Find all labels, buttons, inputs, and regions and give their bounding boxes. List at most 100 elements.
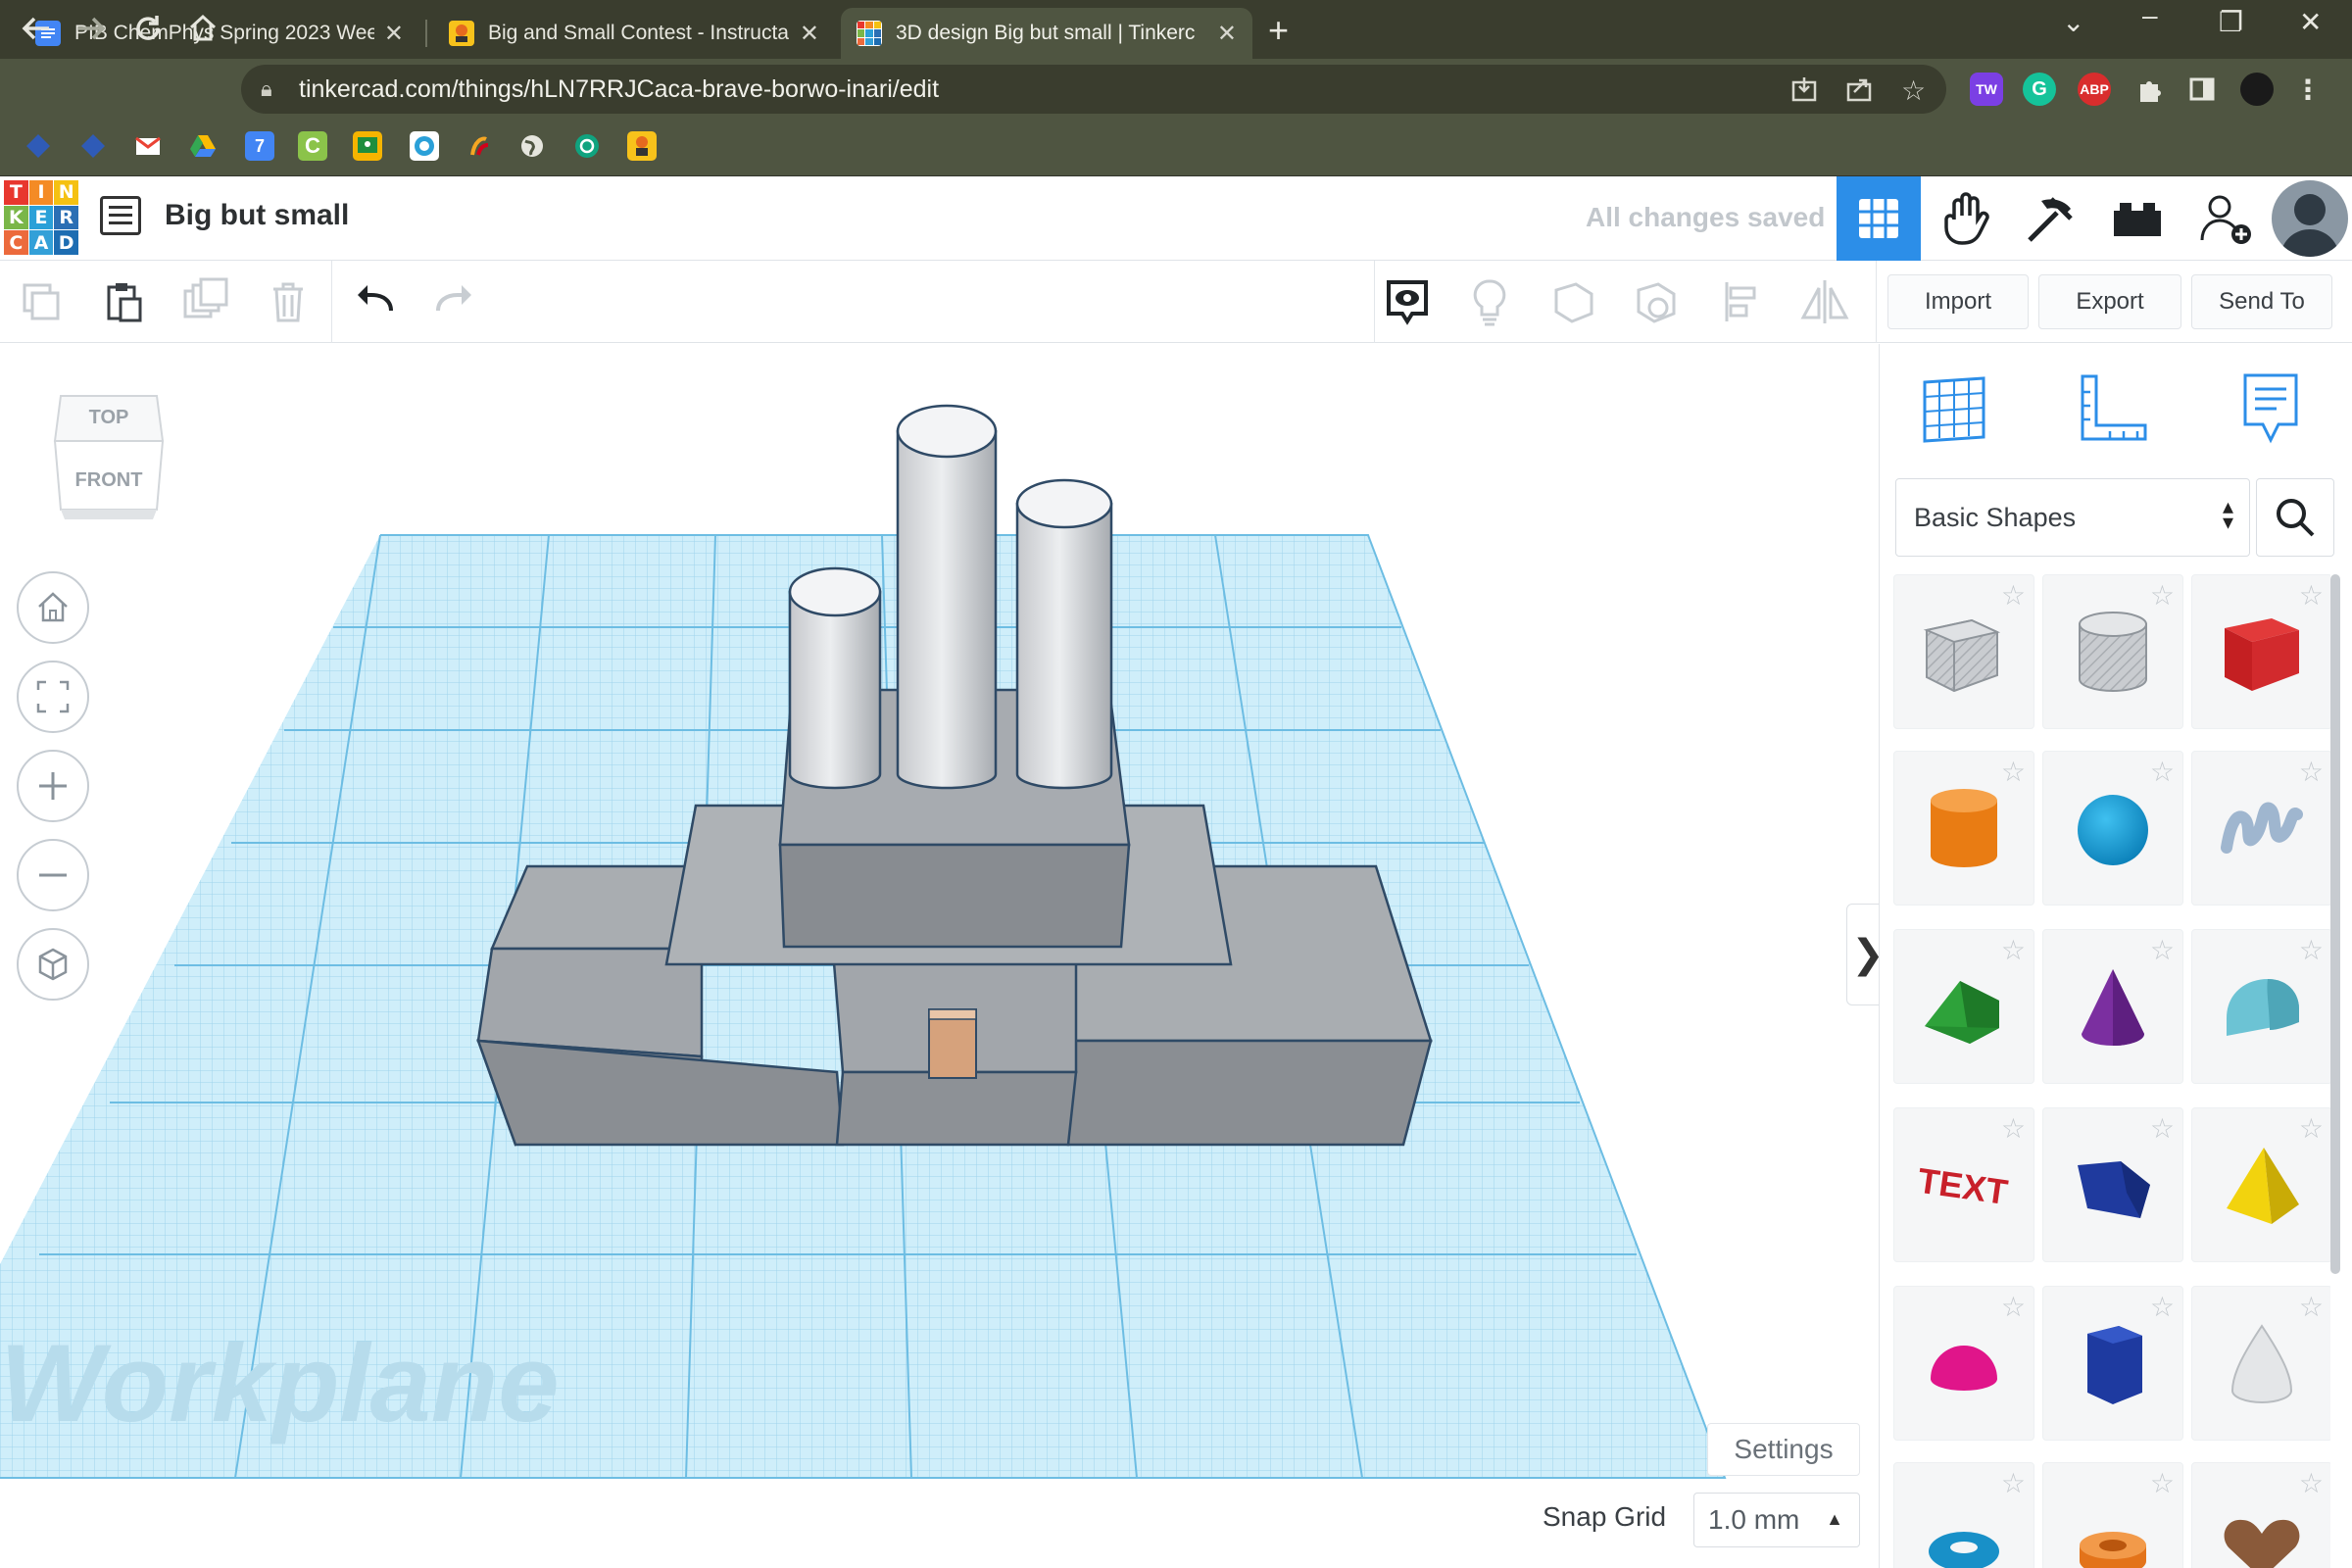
snap-grid-select[interactable]: 1.0 mm ▲	[1693, 1493, 1860, 1547]
user-avatar[interactable]	[2272, 180, 2348, 257]
settings-button[interactable]: Settings	[1707, 1423, 1860, 1476]
bookmark-diamond-icon[interactable]	[78, 131, 108, 161]
shape-polygon[interactable]: ☆	[2042, 1107, 2183, 1262]
star-icon[interactable]: ☆	[2299, 756, 2324, 788]
profile-avatar-icon[interactable]	[2240, 73, 2274, 106]
star-icon[interactable]: ☆	[2001, 1467, 2026, 1499]
url-text[interactable]: tinkercad.com/things/hLN7RRJCaca-brave-b…	[299, 75, 939, 104]
star-icon[interactable]: ☆	[2001, 1112, 2026, 1145]
search-shapes-button[interactable]	[2256, 478, 2334, 557]
star-icon[interactable]: ☆	[2150, 756, 2175, 788]
lock-icon[interactable]: 🔒︎	[261, 76, 272, 102]
shape-cylinder[interactable]: ☆	[1893, 751, 2034, 906]
shape-cylinder-hole[interactable]: ☆	[2042, 574, 2183, 729]
shape-torus[interactable]: ☆	[1893, 1462, 2034, 1568]
shape-text[interactable]: ☆ TEXT	[1893, 1107, 2034, 1262]
adblock-plus-icon[interactable]: ABP	[2078, 73, 2111, 106]
solid-shape-icon[interactable]	[1546, 274, 1601, 329]
invite-user-button[interactable]	[2183, 176, 2268, 261]
tinkercad-logo[interactable]: T I N K E R C A D	[4, 180, 78, 255]
zoom-out-icon[interactable]	[17, 839, 89, 911]
instructables-icon[interactable]	[627, 131, 657, 161]
star-icon[interactable]: ☆	[2299, 1291, 2324, 1323]
send-to-button[interactable]: Send To	[2191, 274, 2332, 329]
export-button[interactable]: Export	[2038, 274, 2181, 329]
bookmark-diamond-icon[interactable]	[24, 131, 53, 161]
reload-icon[interactable]	[131, 12, 165, 53]
side-panel-icon[interactable]	[2185, 73, 2219, 106]
lightbulb-icon[interactable]	[1462, 274, 1517, 329]
lego-bricks-button[interactable]	[2095, 176, 2180, 261]
star-icon[interactable]: ☆	[2299, 934, 2324, 966]
gmail-icon[interactable]	[133, 131, 163, 161]
view-cube[interactable]: TOP FRONT	[51, 384, 167, 521]
design-title[interactable]: Big but small	[165, 199, 349, 232]
star-icon[interactable]: ☆	[2150, 579, 2175, 612]
close-window-icon[interactable]: ✕	[2299, 6, 2322, 38]
bookmark-app-icon[interactable]	[410, 131, 439, 161]
redo-icon[interactable]	[427, 274, 482, 329]
shapes-scrollbar[interactable]	[2330, 574, 2340, 1274]
3d-workspace[interactable]: Workplane TOP FRONT	[0, 344, 1879, 1568]
home-icon[interactable]	[186, 12, 220, 53]
new-tab-button[interactable]: +	[1268, 10, 1289, 51]
star-icon[interactable]: ☆	[2299, 1112, 2324, 1145]
tab-instructables[interactable]: Big and Small Contest - Instructa ✕	[433, 8, 835, 59]
bookmark-curve-icon[interactable]	[465, 131, 494, 161]
3d-design-view-button[interactable]	[1837, 176, 1921, 261]
google-classroom-icon[interactable]	[353, 131, 382, 161]
shape-cone[interactable]: ☆	[2042, 929, 2183, 1084]
tab-tinkercad[interactable]: 3D design Big but small | Tinkerc ✕	[841, 8, 1252, 59]
design-list-icon[interactable]	[100, 196, 141, 235]
shape-round-roof[interactable]: ☆	[2191, 929, 2330, 1084]
star-icon[interactable]: ☆	[2150, 1291, 2175, 1323]
minimize-icon[interactable]: –	[2142, 0, 2158, 31]
shape-sphere[interactable]: ☆	[2042, 751, 2183, 906]
shape-roof[interactable]: ☆	[1893, 929, 2034, 1084]
google-calendar-icon[interactable]: 7	[245, 131, 274, 161]
close-icon[interactable]: ✕	[800, 20, 819, 48]
star-icon[interactable]: ☆	[2001, 756, 2026, 788]
shape-hexagonal-prism[interactable]: ☆	[2042, 1286, 2183, 1441]
star-icon[interactable]: ☆	[2001, 934, 2026, 966]
close-icon[interactable]: ✕	[1217, 20, 1237, 48]
model-cylinder-left[interactable]	[788, 566, 882, 790]
shape-library-select[interactable]: Basic Shapes ▴ ▾	[1895, 478, 2250, 557]
notes-icon[interactable]	[2227, 365, 2315, 453]
shape-scribble[interactable]: ☆	[2191, 751, 2330, 906]
shape-box-hole[interactable]: ☆	[1893, 574, 2034, 729]
notes-eye-icon[interactable]	[1380, 274, 1435, 329]
duplicate-icon[interactable]	[178, 274, 233, 329]
shape-half-sphere[interactable]: ☆	[1893, 1286, 2034, 1441]
paste-icon[interactable]	[96, 274, 151, 329]
install-app-icon[interactable]	[1789, 74, 1819, 111]
copy-icon[interactable]	[14, 274, 69, 329]
chatgpt-icon[interactable]	[572, 131, 602, 161]
model-cylinder-tall[interactable]	[896, 404, 998, 790]
zoom-in-icon[interactable]	[17, 750, 89, 822]
puzzle-piece-icon[interactable]	[2132, 73, 2166, 106]
bookmark-star-icon[interactable]: ☆	[1901, 74, 1926, 107]
fit-view-icon[interactable]	[17, 661, 89, 733]
ruler-icon[interactable]	[2070, 365, 2158, 453]
home-view-icon[interactable]	[17, 571, 89, 644]
forward-icon[interactable]	[74, 12, 108, 53]
back-icon[interactable]	[20, 12, 53, 53]
star-icon[interactable]: ☆	[2299, 1467, 2324, 1499]
shape-pyramid[interactable]: ☆	[2191, 1107, 2330, 1262]
undo-icon[interactable]	[347, 274, 402, 329]
google-drive-icon[interactable]	[188, 131, 218, 161]
star-icon[interactable]: ☆	[2150, 934, 2175, 966]
mirror-icon[interactable]	[1797, 274, 1852, 329]
globe-icon[interactable]	[517, 131, 547, 161]
shape-box[interactable]: ☆	[2191, 574, 2330, 729]
classroom-c-icon[interactable]: C	[298, 131, 327, 161]
import-button[interactable]: Import	[1887, 274, 2029, 329]
align-icon[interactable]	[1715, 274, 1770, 329]
hole-shape-icon[interactable]	[1629, 274, 1684, 329]
blocks-button[interactable]	[1925, 176, 2009, 261]
shape-tube[interactable]: ☆	[2042, 1462, 2183, 1568]
model-cylinder-right[interactable]	[1015, 478, 1113, 790]
star-icon[interactable]: ☆	[2001, 1291, 2026, 1323]
bricks-button[interactable]	[2009, 176, 2093, 261]
